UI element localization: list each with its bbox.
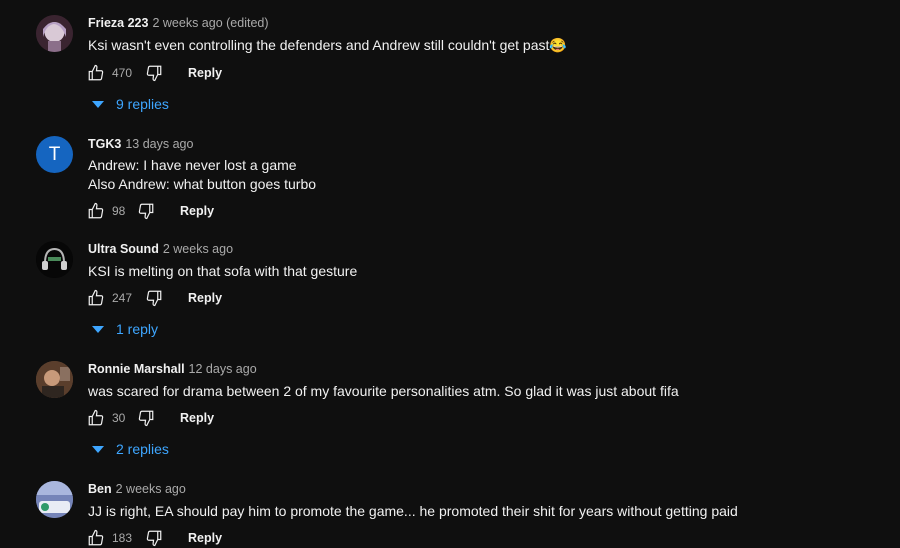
comment-time[interactable]: 12 days ago: [189, 362, 257, 376]
like-count: 30: [112, 411, 126, 425]
thumbs-down-icon[interactable]: [136, 408, 156, 428]
comment-text: KSI is melting on that sofa with that ge…: [88, 262, 357, 281]
author-name[interactable]: Frieza 223: [88, 16, 148, 30]
like-count: 183: [112, 531, 133, 545]
reply-button[interactable]: Reply: [180, 204, 214, 218]
comment-text: Ksi wasn't even controlling the defender…: [88, 36, 567, 55]
comment-header: Ultra Sound 2 weeks ago: [88, 242, 233, 256]
avatar[interactable]: [36, 241, 73, 278]
thumbs-down-icon[interactable]: [136, 201, 156, 221]
comment-line: KSI is melting on that sofa with that ge…: [88, 263, 358, 279]
thumbs-up-icon[interactable]: [86, 63, 106, 83]
comment-time[interactable]: 2 weeks ago: [163, 242, 233, 256]
comment-line: Also Andrew: what button goes turbo: [88, 176, 317, 192]
comment-header: Ronnie Marshall 12 days ago: [88, 362, 257, 376]
thumbs-up-icon[interactable]: [86, 408, 106, 428]
caret-down-icon: [92, 445, 104, 453]
author-name[interactable]: TGK3: [88, 137, 121, 151]
comment-line: Ksi wasn't even controlling the defender…: [88, 37, 567, 53]
comment-actions: 30 Reply: [86, 408, 214, 428]
author-name[interactable]: Ben: [88, 482, 112, 496]
avatar[interactable]: T: [36, 136, 73, 173]
avatar[interactable]: [36, 15, 73, 52]
caret-down-icon: [92, 325, 104, 333]
comment-text: JJ is right, EA should pay him to promot…: [88, 502, 738, 521]
thumbs-down-icon[interactable]: [144, 528, 164, 548]
view-replies-button[interactable]: 9 replies: [92, 96, 169, 112]
replies-count: 9 replies: [116, 96, 169, 112]
thumbs-down-icon[interactable]: [144, 63, 164, 83]
thumbs-up-icon[interactable]: [86, 288, 106, 308]
comment-header: Ben 2 weeks ago: [88, 482, 186, 496]
like-count: 247: [112, 291, 133, 305]
comment-line: JJ is right, EA should pay him to promot…: [88, 503, 738, 519]
reply-button[interactable]: Reply: [188, 66, 222, 80]
replies-count: 2 replies: [116, 441, 169, 457]
view-replies-button[interactable]: 1 reply: [92, 321, 158, 337]
like-count: 98: [112, 204, 126, 218]
comment-actions: 470 Reply: [86, 63, 222, 83]
reply-button[interactable]: Reply: [180, 411, 214, 425]
comment-actions: 98 Reply: [86, 201, 214, 221]
replies-count: 1 reply: [116, 321, 159, 337]
avatar[interactable]: [36, 481, 73, 518]
reply-button[interactable]: Reply: [188, 291, 222, 305]
view-replies-button[interactable]: 2 replies: [92, 441, 169, 457]
comment-actions: 183 Reply: [86, 528, 222, 548]
comment-line: was scared for drama between 2 of my fav…: [88, 383, 679, 399]
comment-text: Andrew: I have never lost a game Also An…: [88, 156, 316, 194]
like-count: 470: [112, 66, 133, 80]
reply-button[interactable]: Reply: [188, 531, 222, 545]
thumbs-up-icon[interactable]: [86, 528, 106, 548]
author-name[interactable]: Ultra Sound: [88, 242, 159, 256]
comment-actions: 247 Reply: [86, 288, 222, 308]
comment-time[interactable]: 2 weeks ago: [116, 482, 186, 496]
thumbs-down-icon[interactable]: [144, 288, 164, 308]
avatar-letter: T: [48, 143, 61, 165]
caret-down-icon: [92, 100, 104, 108]
thumbs-up-icon[interactable]: [86, 201, 106, 221]
comment-text: was scared for drama between 2 of my fav…: [88, 382, 679, 401]
comment-header: Frieza 223 2 weeks ago (edited): [88, 16, 269, 30]
avatar[interactable]: [36, 361, 73, 398]
comment-line: Andrew: I have never lost a game: [88, 157, 297, 173]
author-name[interactable]: Ronnie Marshall: [88, 362, 185, 376]
comment-header: TGK3 13 days ago: [88, 137, 193, 151]
comment-time[interactable]: 13 days ago: [125, 137, 193, 151]
comment-time[interactable]: 2 weeks ago (edited): [152, 16, 268, 30]
